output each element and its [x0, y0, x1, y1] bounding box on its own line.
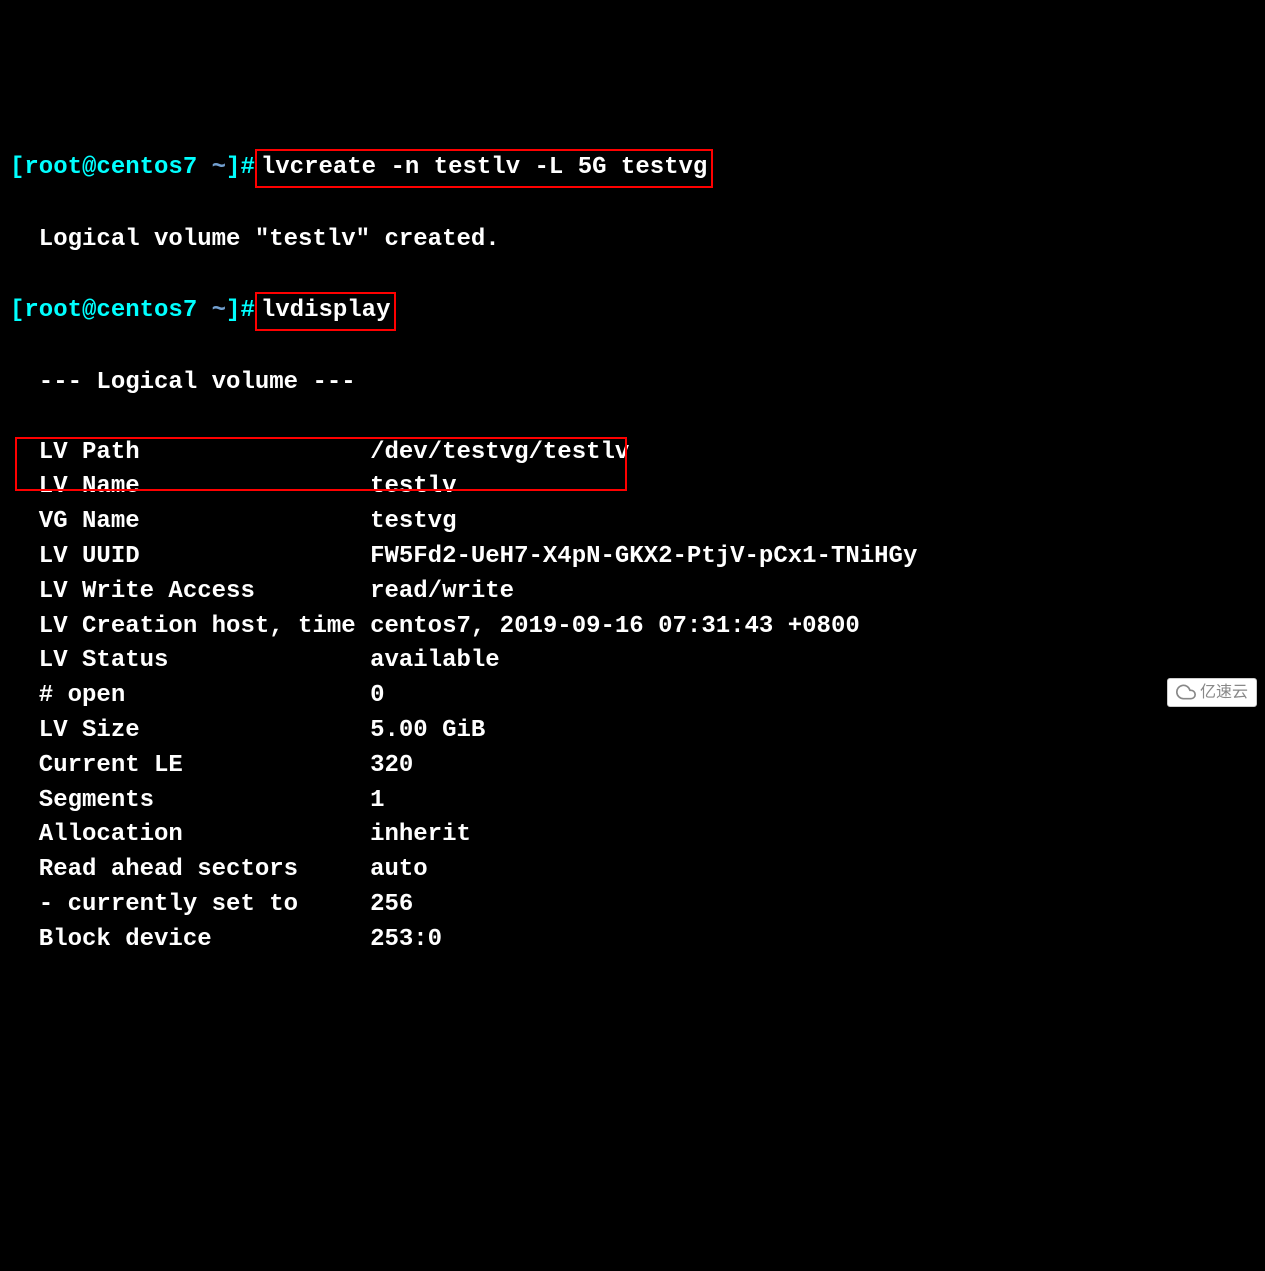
lv-field-label: LV Size [10, 717, 370, 744]
lv-field-value: centos7, 2019-09-16 07:31:43 +0800 [370, 613, 860, 640]
command-lvcreate: lvcreate -n testlv -L 5G testvg [255, 149, 713, 188]
lv-field-label: LV Status [10, 647, 370, 674]
lv-field-value: 0 [370, 682, 384, 709]
lv-field-value: 1 [370, 787, 384, 814]
lv-field-value: FW5Fd2-UeH7-X4pN-GKX2-PtjV-pCx1-TNiHGy [370, 543, 917, 570]
output-created: Logical volume "testlv" created. [10, 223, 1255, 258]
prompt-tilde: ~ [212, 297, 226, 324]
lv-field-row: Segments 1 [10, 784, 1255, 819]
lv-field-label: VG Name [10, 508, 370, 535]
lv-field-value: available [370, 647, 500, 674]
lv-field-value: read/write [370, 578, 514, 605]
lv-field-row: Read ahead sectors auto [10, 853, 1255, 888]
lv-field-row: LV Creation host, time centos7, 2019-09-… [10, 610, 1255, 645]
highlight-box-lvsize [15, 437, 627, 491]
prompt-user-host: [root@centos7 [10, 154, 212, 181]
lv-field-value: inherit [370, 821, 471, 848]
prompt-suffix: ]# [226, 297, 255, 324]
lv-field-label: LV Creation host, time [10, 613, 370, 640]
lv-field-row: Current LE 320 [10, 749, 1255, 784]
lv-field-value: 320 [370, 752, 413, 779]
watermark-text: 亿速云 [1200, 681, 1248, 704]
lv-header: --- Logical volume --- [10, 366, 1255, 401]
lv-field-row: VG Name testvg [10, 505, 1255, 540]
lv-field-row: LV Status available [10, 644, 1255, 679]
lv-field-value: testvg [370, 508, 456, 535]
lv-field-value: auto [370, 856, 428, 883]
lv-field-row: Block device 253:0 [10, 923, 1255, 958]
prompt-line-2: [root@centos7 ~]#lvdisplay [10, 292, 1255, 331]
lv-field-row: LV UUID FW5Fd2-UeH7-X4pN-GKX2-PtjV-pCx1-… [10, 540, 1255, 575]
lv-field-label: Read ahead sectors [10, 856, 370, 883]
watermark: 亿速云 [1167, 678, 1257, 707]
lv-field-label: LV UUID [10, 543, 370, 570]
lv-field-row: # open 0 [10, 679, 1255, 714]
lv-field-value: 5.00 GiB [370, 717, 485, 744]
command-lvdisplay: lvdisplay [255, 292, 397, 331]
lv-field-label: Current LE [10, 752, 370, 779]
cloud-icon [1176, 682, 1196, 702]
lv-field-row: LV Size 5.00 GiB [10, 714, 1255, 749]
prompt-tilde: ~ [212, 154, 226, 181]
lv-field-label: # open [10, 682, 370, 709]
lv-field-value: 256 [370, 891, 413, 918]
lv-field-row: - currently set to 256 [10, 888, 1255, 923]
lv-field-row: Allocation inherit [10, 818, 1255, 853]
lv-field-label: Allocation [10, 821, 370, 848]
prompt-line-1: [root@centos7 ~]#lvcreate -n testlv -L 5… [10, 149, 1255, 188]
prompt-user-host: [root@centos7 [10, 297, 212, 324]
lv-field-label: Block device [10, 926, 370, 953]
lv-field-label: Segments [10, 787, 370, 814]
lv-fields: LV Path /dev/testvg/testlv LV Name testl… [10, 436, 1255, 958]
lv-field-label: LV Write Access [10, 578, 370, 605]
lv-field-value: 253:0 [370, 926, 442, 953]
lv-field-row: LV Write Access read/write [10, 575, 1255, 610]
lv-field-label: - currently set to [10, 891, 370, 918]
prompt-suffix: ]# [226, 154, 255, 181]
